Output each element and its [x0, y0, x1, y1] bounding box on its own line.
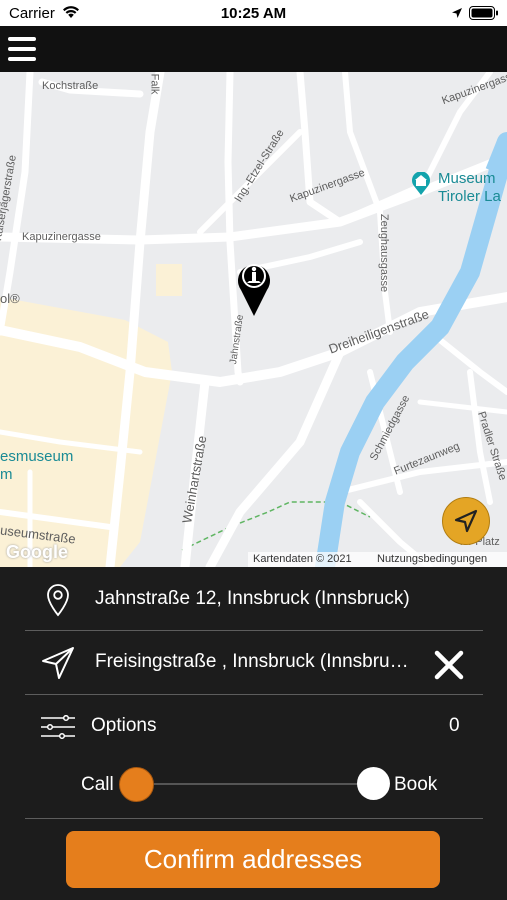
pickup-address[interactable]: Jahnstraße 12, Innsbruck (Innsbruck) [95, 588, 455, 610]
hamburger-menu-icon[interactable] [8, 37, 36, 61]
clock: 10:25 AM [220, 5, 287, 22]
map-streets [0, 72, 507, 567]
battery-icon [469, 6, 499, 24]
slider-track[interactable] [135, 783, 375, 785]
booking-panel: Jahnstraße 12, Innsbruck (Innsbruck) Fre… [0, 567, 507, 900]
map-label-m: m [0, 466, 13, 483]
call-label[interactable]: Call [81, 774, 114, 796]
pickup-row[interactable]: Jahnstraße 12, Innsbruck (Innsbruck) [25, 567, 483, 631]
options-count: 0 [449, 715, 460, 736]
options-row[interactable]: Options 0 [25, 694, 483, 757]
map-data-label: Kartendaten © 2021 [253, 553, 352, 565]
map-label-museum-2: Tiroler La [438, 188, 501, 205]
map-label-falk: Falk [148, 73, 161, 95]
book-label[interactable]: Book [394, 774, 437, 796]
navigation-arrow-icon [454, 509, 478, 533]
map-label-ol: ol® [0, 291, 20, 306]
google-logo: Google [6, 542, 68, 562]
app-header [0, 26, 507, 72]
pickup-pin-icon[interactable] [236, 256, 272, 318]
slider-thumb-book[interactable] [357, 767, 390, 800]
destination-row[interactable]: Freisingstraße , Innsbruck (Innsbruck) [25, 630, 483, 695]
options-label: Options [91, 715, 157, 736]
map-view[interactable]: Kochstraße Falk Kapuzinergasse Ing.-Etze… [0, 72, 507, 567]
location-arrow-icon [451, 6, 463, 23]
destination-address[interactable]: Freisingstraße , Innsbruck (Innsbruck) [95, 651, 409, 673]
clear-destination-icon[interactable] [433, 649, 465, 681]
map-attribution: Kartendaten © 2021 Nutzungsbedingungen [248, 552, 507, 567]
navigation-arrow-icon [40, 645, 76, 686]
locate-me-button[interactable] [442, 497, 490, 545]
terms-link[interactable]: Nutzungsbedingungen [377, 553, 487, 565]
call-book-toggle[interactable]: Call Book [25, 757, 483, 819]
status-bar: Carrier 10:25 AM [0, 0, 507, 26]
map-label-zeughaus: Zeughausgasse [378, 213, 391, 293]
map-label-museum-1: Museum [438, 170, 496, 187]
map-label-kochstrasse: Kochstraße [42, 80, 99, 92]
sliders-icon [40, 714, 76, 744]
location-pin-icon [45, 583, 71, 622]
museum-poi-icon[interactable] [410, 172, 432, 196]
map-label-kapuzinergasse-left: Kapuzinergasse [22, 231, 101, 243]
confirm-addresses-button[interactable]: Confirm addresses [66, 831, 440, 888]
slider-thumb-call[interactable] [119, 767, 154, 802]
map-label-esmuseum: esmuseum [0, 448, 74, 465]
